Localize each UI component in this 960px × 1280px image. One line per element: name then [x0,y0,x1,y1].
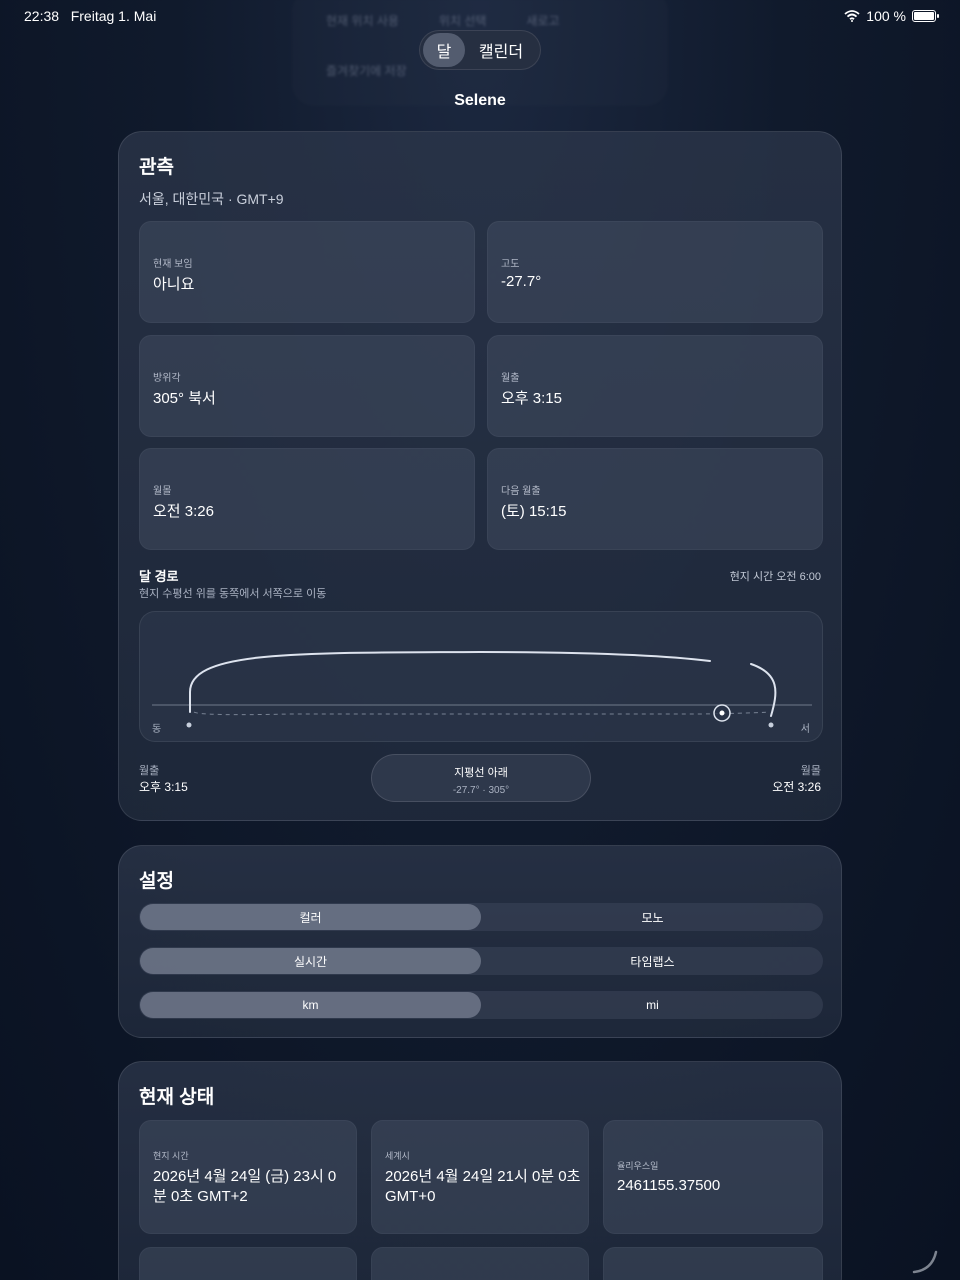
option-timelapse[interactable]: 타임랩스 [482,947,823,975]
location-label: 서울, 대한민국 · GMT+9 [139,191,284,207]
east-label: 동 [152,724,162,735]
tile-label: 월출 [501,373,520,384]
status-indicators: 100 % [844,8,939,24]
path-subtitle: 현지 수평선 위를 동쪽에서 서쪽으로 이동 [139,588,327,600]
ghost-item-refresh: 새로고 [526,14,560,28]
tile-label: 고도 [501,259,520,270]
unit-toggle: km mi [139,991,823,1019]
tile-visible: 현재 보임 아니요 [139,221,475,323]
battery-fill [914,12,934,20]
ghost-row-1: 현재 위치 사용 위치 선택 새로고 [326,12,560,29]
settings-card: 설정 컬러 모노 실시간 타임랩스 km mi [118,845,842,1038]
tile-value: 305° 북서 [153,390,216,407]
tile-next-moonrise: 다음 월출 (토) 15:15 [487,448,823,550]
tab-moon[interactable]: 달 [423,33,465,67]
rise-label: 월출 [139,765,160,777]
tile-julian-day: 율리우스일 2461155.37500 [603,1120,823,1234]
tile-altitude: 고도 -27.7° [487,221,823,323]
tile-value: 오후 3:15 [501,390,562,407]
tile-placeholder [371,1247,589,1280]
option-km[interactable]: km [140,992,481,1018]
status-time: 22:38 Freitag 1. Mai [24,8,157,24]
option-color[interactable]: 컬러 [140,904,481,930]
moon-path-svg [152,650,812,728]
tile-moonrise: 월출 오후 3:15 [487,335,823,437]
moon-position-dot [719,710,725,716]
tile-utc: 세계시 2026년 4월 24일 21시 0분 0초 GMT+0 [371,1120,589,1234]
west-label: 서 [800,724,810,735]
rise-point [186,722,192,728]
tile-local-time: 현지 시간 2026년 4월 24일 (금) 23시 0분 0초 GMT+2 [139,1120,357,1234]
horizon-status-detail: -27.7° · 305° [452,785,510,796]
tile-moonset: 월몰 오전 3:26 [139,448,475,550]
ghost-item-favorite: 즐겨찾기에 저장 [326,64,407,78]
color-mode-toggle: 컬러 모노 [139,903,823,931]
battery-icon [912,10,939,22]
tile-label: 현재 보임 [153,259,193,270]
view-switcher: 달 캘린더 [419,30,541,70]
set-point [768,722,774,728]
tile-value: 아니요 [153,276,195,293]
moon-arc-visible [189,650,711,713]
tile-value: 오전 3:26 [153,503,214,520]
tile-value: 2026년 4월 24일 (금) 23시 0분 0초 GMT+2 [153,1168,337,1205]
ghost-item-choose-location: 위치 선택 [438,14,487,28]
path-title: 달 경로 [139,569,179,584]
set-value: 오전 3:26 [772,780,821,794]
settings-title: 설정 [139,871,174,892]
tile-placeholder [603,1247,823,1280]
option-mi[interactable]: mi [482,991,823,1019]
tile-label: 방위각 [153,373,181,384]
path-local-time: 현지 시간 오전 6:00 [729,571,821,583]
tile-label: 율리우스일 [617,1161,659,1171]
option-mono[interactable]: 모노 [482,903,823,931]
option-realtime[interactable]: 실시간 [140,948,481,974]
tile-placeholder [139,1247,357,1280]
tile-value: 2026년 4월 24일 21시 0분 0초 GMT+0 [385,1168,581,1205]
tile-value: -27.7° [501,273,542,290]
tile-label: 세계시 [385,1151,410,1161]
resize-handle-icon[interactable] [912,1248,938,1274]
time-mode-toggle: 실시간 타임랩스 [139,947,823,975]
horizon-status-pill: 지평선 아래 -27.7° · 305° [371,754,591,802]
battery-percent: 100 % [866,8,906,24]
current-state-card: 현재 상태 현지 시간 2026년 4월 24일 (금) 23시 0분 0초 G… [118,1061,842,1280]
ghost-row-2: 즐겨찾기에 저장 [326,62,407,79]
rise-value: 오후 3:15 [139,780,188,794]
moon-arc-visible-end [750,663,777,717]
ghost-item-current-location: 현재 위치 사용 [326,14,399,28]
app-title: Selene [454,92,506,109]
tile-label: 다음 월출 [501,486,541,497]
tile-value: (토) 15:15 [501,503,567,520]
moon-path-chart: 동 서 [139,611,823,742]
wifi-icon [844,10,860,22]
tab-calendar[interactable]: 캘린더 [465,33,537,67]
moon-arc-below-horizon [193,711,769,716]
tile-value: 2461155.37500 [617,1177,721,1194]
horizon-status-title: 지평선 아래 [454,767,508,779]
tile-label: 현지 시간 [153,1151,189,1161]
tile-label: 월몰 [153,486,172,497]
current-state-title: 현재 상태 [139,1087,215,1108]
tile-azimuth: 방위각 305° 북서 [139,335,475,437]
observation-card: 관측 서울, 대한민국 · GMT+9 현재 보임 아니요 고도 -27.7° … [118,131,842,821]
observation-title: 관측 [139,157,174,178]
set-label: 월몰 [800,765,821,777]
